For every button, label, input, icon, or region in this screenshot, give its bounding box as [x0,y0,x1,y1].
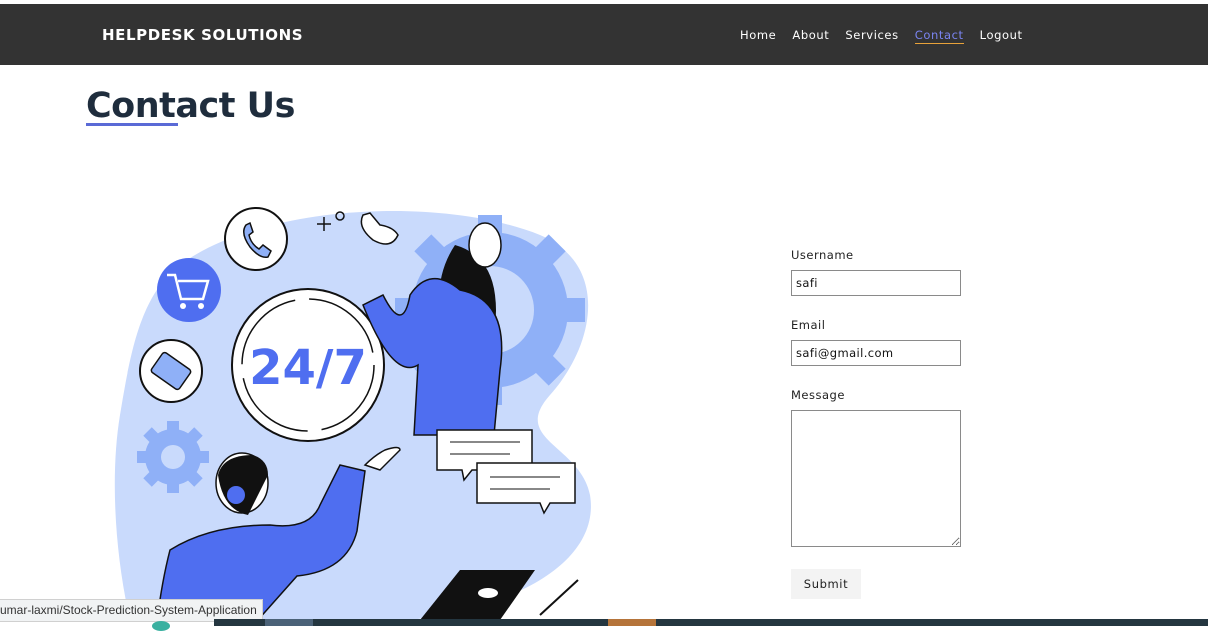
nav-about-link[interactable]: About [792,28,829,44]
submit-button[interactable]: Submit [791,569,861,599]
nav-logout-link[interactable]: Logout [980,28,1023,44]
shopping-cart-icon [157,258,221,322]
phone-icon [224,207,288,271]
email-label: Email [791,318,826,332]
clock-24-7-badge: 24/7 [231,288,385,442]
username-label: Username [791,248,854,262]
contact-form: Username Email Message Submit [791,248,966,599]
mail-icon [139,339,203,403]
nav-links: Home About Services Contact Logout [740,28,1023,44]
taskbar-app-icon[interactable] [152,621,170,631]
username-input[interactable] [791,270,961,296]
taskbar-app-icon[interactable] [608,619,656,626]
clock-24-7-text: 24/7 [249,340,367,396]
nav-contact-link[interactable]: Contact [914,28,964,44]
nav-home-link[interactable]: Home [740,28,776,44]
taskbar [214,619,1208,626]
helpdesk-illustration: 24/7 [114,207,591,620]
message-textarea[interactable] [791,410,961,547]
navbar: HELPDESK SOLUTIONS Home About Services C… [0,4,1208,65]
page-title: Contact Us [86,86,295,126]
taskbar-app-icon[interactable] [265,619,313,626]
small-gear-icon [137,421,209,493]
email-input[interactable] [791,340,961,366]
brand-logo[interactable]: HELPDESK SOLUTIONS [102,26,303,44]
message-label: Message [791,388,845,402]
nav-services-link[interactable]: Services [845,28,898,44]
title-underline [86,123,178,126]
